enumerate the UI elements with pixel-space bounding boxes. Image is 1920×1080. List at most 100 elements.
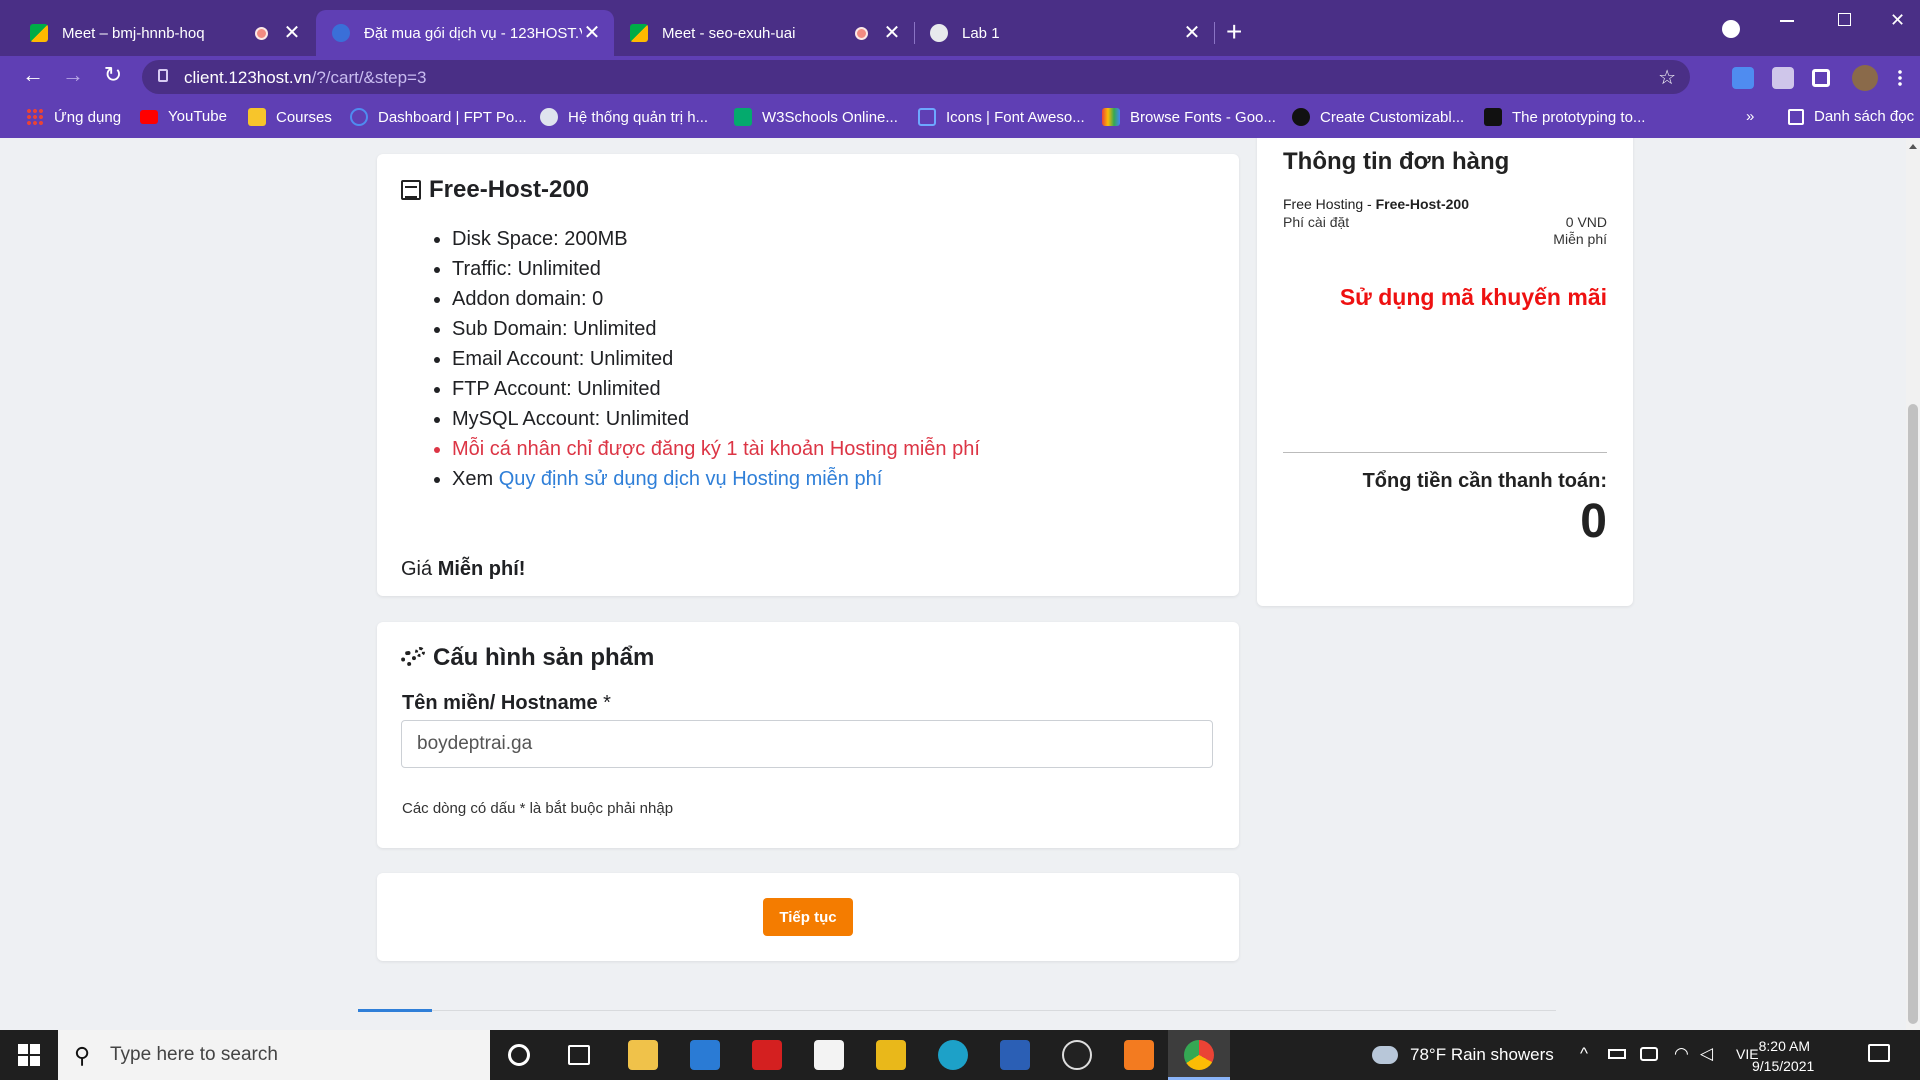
bookmark-courses[interactable]: Courses [248, 108, 332, 126]
mail-icon[interactable] [690, 1040, 720, 1070]
setup-fee-value: 0 VND [1565, 214, 1607, 230]
policy-prefix: Xem [452, 468, 494, 490]
task-view-icon[interactable] [568, 1045, 590, 1065]
bookmark-dashboard-fpt[interactable]: Dashboard | FPT Po... [350, 108, 527, 126]
tab-separator [1214, 22, 1215, 44]
framer-icon [1484, 108, 1502, 126]
recording-indicator-icon [255, 26, 268, 40]
setup-fee: 0 VND Miễn phí [1553, 214, 1607, 248]
new-tab-button[interactable]: + [1226, 18, 1242, 46]
policy-item: Xem Quy định sử dụng dịch vụ Hosting miễ… [452, 464, 980, 494]
weather-cloud-icon [1372, 1046, 1398, 1064]
bookmarks-bar: Ứng dụng YouTube Courses Dashboard | FPT… [0, 98, 1920, 138]
menu-kebab-icon[interactable] [1898, 69, 1902, 87]
tab-close-icon[interactable]: ✕ [1182, 23, 1202, 43]
bookmark-label: Icons | Font Aweso... [946, 108, 1085, 126]
volume-icon[interactable]: ◁ [1700, 1044, 1713, 1064]
continue-button[interactable]: Tiếp tục [763, 898, 853, 936]
store-icon[interactable] [814, 1040, 844, 1070]
feature-item: FTP Account: Unlimited [452, 374, 980, 404]
tab-123host[interactable]: Đặt mua gói dịch vụ - 123HOST.VN ✕ [316, 10, 614, 56]
bookmark-google-fonts[interactable]: Browse Fonts - Goo... [1102, 108, 1276, 126]
tab-close-icon[interactable]: ✕ [282, 23, 302, 43]
tab-close-icon[interactable]: ✕ [882, 23, 902, 43]
battery-icon[interactable] [1608, 1049, 1626, 1059]
tab-strip-divider [358, 1010, 1556, 1011]
xampp-icon[interactable] [1124, 1040, 1154, 1070]
file-explorer-icon[interactable] [628, 1040, 658, 1070]
hostname-input[interactable] [401, 720, 1213, 768]
reading-list-button[interactable]: Danh sách đọc [1788, 108, 1914, 125]
page-scrollbar[interactable] [1906, 138, 1920, 1030]
app-yellow-icon[interactable] [876, 1040, 906, 1070]
tab-close-icon[interactable]: ✕ [582, 23, 602, 43]
feature-item: Disk Space: 200MB [452, 224, 980, 254]
weather-text[interactable]: 78°F Rain showers [1410, 1045, 1554, 1065]
bookmark-youtube[interactable]: YouTube [140, 108, 227, 125]
divider [1283, 452, 1607, 453]
chrome-icon [1184, 1040, 1214, 1070]
bookmark-label: Courses [276, 108, 332, 126]
bookmark-apps[interactable]: Ứng dụng [26, 108, 121, 126]
taskbar-search[interactable]: ⚲ Type here to search [58, 1030, 490, 1080]
extension-icon[interactable] [1772, 67, 1794, 89]
windows-start-icon[interactable] [18, 1044, 40, 1066]
garena-icon[interactable] [752, 1040, 782, 1070]
feature-item: Sub Domain: Unlimited [452, 314, 980, 344]
wifi-icon[interactable]: ◠ [1674, 1044, 1689, 1064]
cortana-icon[interactable] [508, 1044, 530, 1066]
bookmark-font-awesome[interactable]: Icons | Font Aweso... [918, 108, 1085, 126]
scroll-thumb[interactable] [1908, 404, 1918, 1024]
promo-code-link[interactable]: Sử dụng mã khuyến mãi [1340, 284, 1607, 311]
plan-name: Free-Host-200 [429, 176, 590, 203]
windows-taskbar: ⚲ Type here to search 78°F Rain showers … [0, 1030, 1920, 1080]
tab-title: Meet – bmj-hnnb-hoq [62, 24, 205, 42]
reload-icon[interactable]: ↻ [98, 62, 128, 88]
gears-icon [401, 647, 425, 669]
bookmark-label: W3Schools Online... [762, 108, 898, 126]
more-bookmarks-button[interactable]: » [1746, 108, 1754, 125]
app-penguin-icon[interactable] [1062, 1040, 1092, 1070]
feature-item: Traffic: Unlimited [452, 254, 980, 284]
tray-chevron-icon[interactable]: ^ [1580, 1044, 1588, 1064]
config-card: Cấu hình sản phẩm Tên miền/ Hostname * C… [377, 622, 1239, 848]
edge-icon[interactable] [938, 1040, 968, 1070]
bookmark-label: Hệ thống quản trị h... [568, 108, 709, 126]
minimize-icon[interactable] [1780, 20, 1794, 22]
bookmark-label: Ứng dụng [54, 108, 122, 126]
lock-icon [158, 69, 168, 82]
address-bar[interactable]: client.123host.vn/?/cart/&step=3 ☆ [142, 60, 1690, 94]
puzzle-extensions-icon[interactable] [1812, 69, 1830, 87]
google-fonts-icon [1102, 108, 1120, 126]
tab-search-icon[interactable] [1722, 20, 1740, 38]
scroll-up-arrow-icon[interactable] [1909, 144, 1917, 149]
bookmark-w3schools[interactable]: W3Schools Online... [734, 108, 898, 126]
total-label: Tổng tiền cần thanh toán: [1362, 470, 1607, 492]
tab-title: Đặt mua gói dịch vụ - 123HOST.VN [364, 24, 582, 42]
back-arrow-icon[interactable]: ← [18, 62, 48, 88]
policy-link[interactable]: Quy định sử dụng dịch vụ Hosting miễn ph… [499, 468, 883, 490]
bookmark-create-customizable[interactable]: Create Customizabl... [1292, 108, 1464, 126]
close-window-icon[interactable]: ✕ [1890, 10, 1905, 31]
network-icon[interactable] [1640, 1047, 1658, 1061]
notification-icon[interactable] [1868, 1044, 1890, 1062]
bookmark-star-icon[interactable]: ☆ [1658, 65, 1676, 90]
tab-lab1[interactable]: Lab 1 ✕ [914, 10, 1214, 56]
bookmark-label: Danh sách đọc [1814, 108, 1915, 125]
tab-meet-1[interactable]: Meet – bmj-hnnb-hoq ✕ [14, 10, 314, 56]
bookmark-he-thong[interactable]: Hệ thống quản trị h... [540, 108, 708, 126]
browser-tab-bar: Meet – bmj-hnnb-hoq ✕ Đặt mua gói dịch v… [0, 0, 1920, 56]
feature-item: Email Account: Unlimited [452, 344, 980, 374]
tab-title: Lab 1 [962, 24, 1000, 42]
forward-arrow-icon[interactable]: → [58, 62, 88, 88]
bookmark-label: Create Customizabl... [1320, 108, 1465, 126]
bookmark-prototyping[interactable]: The prototyping to... [1484, 108, 1645, 126]
tab-meet-2[interactable]: Meet - seo-exuh-uai ✕ [614, 10, 914, 56]
maximize-icon[interactable] [1838, 13, 1851, 26]
clock[interactable]: 8:20 AM 9/15/2021 [1752, 1036, 1814, 1076]
profile-avatar[interactable] [1852, 65, 1878, 91]
translate-extension-icon[interactable] [1732, 67, 1754, 89]
bookmark-label: Dashboard | FPT Po... [378, 108, 527, 126]
word-icon[interactable] [1000, 1040, 1030, 1070]
chrome-taskbar-active[interactable] [1168, 1030, 1230, 1080]
